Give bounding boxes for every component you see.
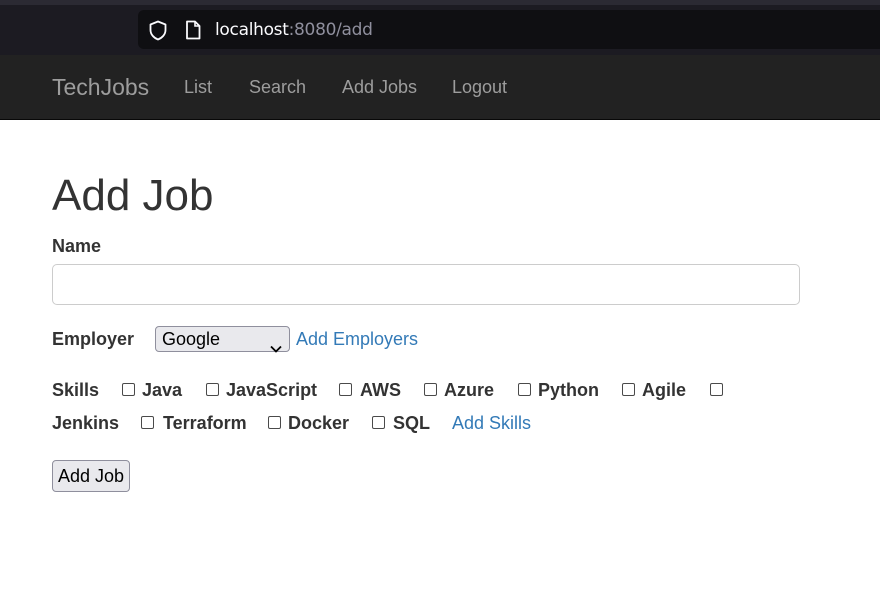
nav-add-jobs-link[interactable]: Add Jobs (342, 77, 417, 97)
brand-link[interactable]: TechJobs (52, 74, 149, 100)
page-icon[interactable] (185, 20, 201, 45)
url-host: localhost (215, 20, 289, 40)
skill-label-python: Python (538, 380, 599, 400)
page-title: Add Job (52, 171, 214, 220)
skill-checkbox-aws[interactable] (339, 383, 352, 396)
skill-label-agile: Agile (642, 380, 687, 400)
shield-icon[interactable] (148, 20, 168, 46)
employer-selected-value: Google (162, 329, 221, 349)
skill-label-azure: Azure (444, 380, 495, 400)
browser-toolbar: localhost:8080/add (0, 0, 880, 55)
skill-label-docker: Docker (288, 413, 350, 433)
employer-select[interactable]: Google (155, 326, 290, 353)
skill-checkbox-azure[interactable] (424, 383, 437, 396)
address-bar[interactable]: localhost:8080/add (138, 10, 880, 49)
skill-label-java: Java (142, 380, 183, 400)
skill-checkbox-java[interactable] (122, 383, 135, 396)
nav-logout-link[interactable]: Logout (452, 77, 507, 97)
add-job-submit-button[interactable]: Add Job (52, 460, 130, 492)
skill-label-aws: AWS (360, 380, 402, 400)
skill-checkbox-python[interactable] (518, 383, 531, 396)
browser-tab-strip (0, 0, 880, 5)
skill-label-javascript: JavaScript (226, 380, 318, 400)
skill-checkbox-docker[interactable] (268, 416, 281, 429)
skill-label-terraform: Terraform (163, 413, 247, 433)
skill-checkbox-terraform[interactable] (141, 416, 154, 429)
url-text[interactable]: localhost:8080/add (215, 20, 373, 40)
url-path: :8080/add (288, 20, 373, 40)
skill-label-jenkins: Jenkins (52, 413, 120, 433)
add-skills-link[interactable]: Add Skills (452, 412, 531, 434)
skill-checkbox-agile[interactable] (622, 383, 635, 396)
skill-checkbox-javascript[interactable] (206, 383, 219, 396)
skill-checkbox-jenkins[interactable] (710, 383, 723, 396)
skill-label-sql: SQL (393, 413, 431, 433)
employer-label: Employer (52, 329, 135, 349)
nav-list-link[interactable]: List (184, 77, 212, 97)
name-label: Name (52, 236, 102, 256)
chevron-down-icon (270, 335, 282, 359)
site-navbar: TechJobs List Search Add Jobs Logout (0, 55, 880, 120)
add-employers-link[interactable]: Add Employers (296, 328, 418, 350)
name-input[interactable] (52, 264, 800, 305)
skills-label: Skills (52, 380, 100, 400)
skill-checkbox-sql[interactable] (372, 416, 385, 429)
nav-search-link[interactable]: Search (249, 77, 306, 97)
